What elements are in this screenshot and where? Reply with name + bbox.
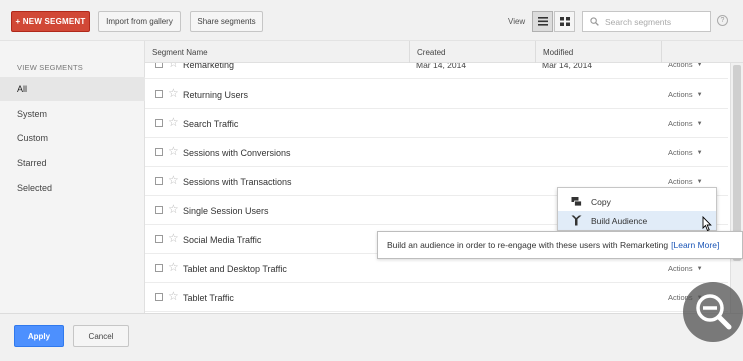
row-checkbox[interactable] (155, 63, 163, 68)
segments-toolbar: + NEW SEGMENT Import from gallery Share … (0, 0, 743, 41)
created-date: Mar 14, 2014 (416, 63, 467, 70)
segment-name[interactable]: Tablet and Desktop Traffic (183, 254, 287, 283)
actions-label: Actions (668, 177, 693, 186)
tooltip-text: Build an audience in order to re-engage … (387, 240, 669, 250)
star-icon[interactable]: ☆ (168, 260, 179, 274)
star-icon[interactable]: ☆ (168, 86, 179, 100)
row-checkbox[interactable] (155, 293, 163, 301)
table-row[interactable]: ☆ Search Traffic Actions ▼ (145, 109, 728, 138)
segment-name[interactable]: Returning Users (183, 80, 248, 109)
search-icon (590, 17, 599, 26)
actions-dropdown[interactable]: Actions▼ (668, 109, 703, 138)
sidebar-item-system[interactable]: System (0, 102, 145, 126)
caret-down-icon: ▼ (696, 149, 703, 156)
table-row[interactable]: ☆ Remarketing Mar 14, 2014 Mar 14, 2014 … (145, 63, 728, 79)
actions-label: Actions (668, 264, 693, 273)
cancel-button[interactable]: Cancel (73, 325, 129, 347)
star-icon[interactable]: ☆ (168, 144, 179, 158)
actions-label: Actions (668, 119, 693, 128)
apply-button[interactable]: Apply (14, 325, 64, 347)
learn-more-link[interactable]: [Learn More] (671, 240, 719, 250)
view-label: View (508, 17, 526, 26)
actions-dropdown[interactable]: Actions▼ (668, 63, 703, 79)
build-audience-tooltip: Build an audience in order to re-engage … (377, 231, 743, 259)
table-row[interactable]: ☆ Sessions with Conversions Actions ▼ (145, 138, 728, 167)
caret-down-icon: ▼ (696, 91, 703, 98)
caret-down-icon: ▼ (696, 120, 703, 127)
table-row[interactable]: ☆ Tablet Traffic Actions▼ (145, 283, 728, 312)
search-placeholder: Search segments (605, 16, 672, 27)
menu-item-copy[interactable]: Copy (558, 192, 716, 211)
row-checkbox[interactable] (155, 177, 163, 185)
copy-icon (571, 197, 582, 207)
copy-label: Copy (591, 196, 611, 207)
row-checkbox[interactable] (155, 148, 163, 156)
column-header-name[interactable]: Segment Name (145, 41, 409, 63)
segment-name[interactable]: Sessions with Conversions (183, 138, 291, 167)
menu-item-build-audience[interactable]: Build Audience (558, 211, 716, 230)
column-header-created[interactable]: Created (409, 41, 535, 63)
column-header-actions (661, 41, 743, 63)
row-checkbox[interactable] (155, 119, 163, 127)
actions-dropdown[interactable]: Actions▼ (668, 80, 703, 109)
build-audience-icon (571, 215, 582, 226)
actions-dropdown[interactable]: Actions▼ (668, 138, 703, 167)
star-icon[interactable]: ☆ (168, 115, 179, 129)
segments-table-header: Segment Name Created Modified (145, 41, 743, 63)
share-segments-button[interactable]: Share segments (190, 11, 263, 32)
segment-filter-sidebar: VIEW SEGMENTS All System Custom Starred … (0, 41, 145, 313)
sidebar-heading: VIEW SEGMENTS (17, 63, 83, 72)
segment-name[interactable]: Sessions with Transactions (183, 167, 292, 196)
grid-view-icon (559, 17, 570, 26)
caret-down-icon: ▼ (696, 178, 703, 185)
star-icon[interactable]: ☆ (168, 202, 179, 216)
zoom-overlay-button[interactable] (683, 282, 743, 342)
star-icon[interactable]: ☆ (168, 173, 179, 187)
modified-date: Mar 14, 2014 (542, 63, 593, 70)
help-icon[interactable]: ? (717, 15, 728, 26)
caret-down-icon: ▼ (696, 265, 703, 272)
actions-menu: Copy Build Audience (557, 187, 717, 231)
sidebar-item-selected[interactable]: Selected (0, 176, 145, 200)
import-from-gallery-button[interactable]: Import from gallery (98, 11, 181, 32)
column-header-modified[interactable]: Modified (535, 41, 661, 63)
actions-label: Actions (668, 90, 693, 99)
table-row[interactable]: ☆ Returning Users Actions ▼ (145, 80, 728, 109)
segment-name[interactable]: Search Traffic (183, 109, 238, 138)
caret-down-icon: ▼ (696, 63, 703, 68)
segment-name[interactable]: Tablet Traffic (183, 283, 234, 312)
list-view-icon (537, 17, 548, 26)
dialog-footer: Apply Cancel (0, 313, 743, 361)
actions-label: Actions (668, 63, 693, 69)
sidebar-item-all[interactable]: All (0, 77, 145, 101)
segment-name[interactable]: Single Session Users (183, 196, 269, 225)
segments-dialog: + NEW SEGMENT Import from gallery Share … (0, 0, 743, 361)
search-segments-input[interactable]: Search segments (582, 11, 711, 32)
row-checkbox[interactable] (155, 90, 163, 98)
segment-name[interactable]: Social Media Traffic (183, 225, 261, 254)
row-checkbox[interactable] (155, 235, 163, 243)
grid-view-button[interactable] (554, 11, 575, 32)
new-segment-button[interactable]: + NEW SEGMENT (11, 11, 90, 32)
star-icon[interactable]: ☆ (168, 63, 179, 70)
segment-name[interactable]: Remarketing (183, 63, 234, 79)
table-scrollbar[interactable] (730, 63, 743, 313)
actions-label: Actions (668, 148, 693, 157)
row-checkbox[interactable] (155, 206, 163, 214)
sidebar-item-custom[interactable]: Custom (0, 126, 145, 150)
mouse-cursor-icon (702, 216, 712, 232)
build-audience-label: Build Audience (591, 215, 648, 226)
list-view-button[interactable] (532, 11, 553, 32)
sidebar-item-starred[interactable]: Starred (0, 151, 145, 175)
star-icon[interactable]: ☆ (168, 231, 179, 245)
zoom-out-icon (696, 294, 732, 330)
row-checkbox[interactable] (155, 264, 163, 272)
star-icon[interactable]: ☆ (168, 289, 179, 303)
